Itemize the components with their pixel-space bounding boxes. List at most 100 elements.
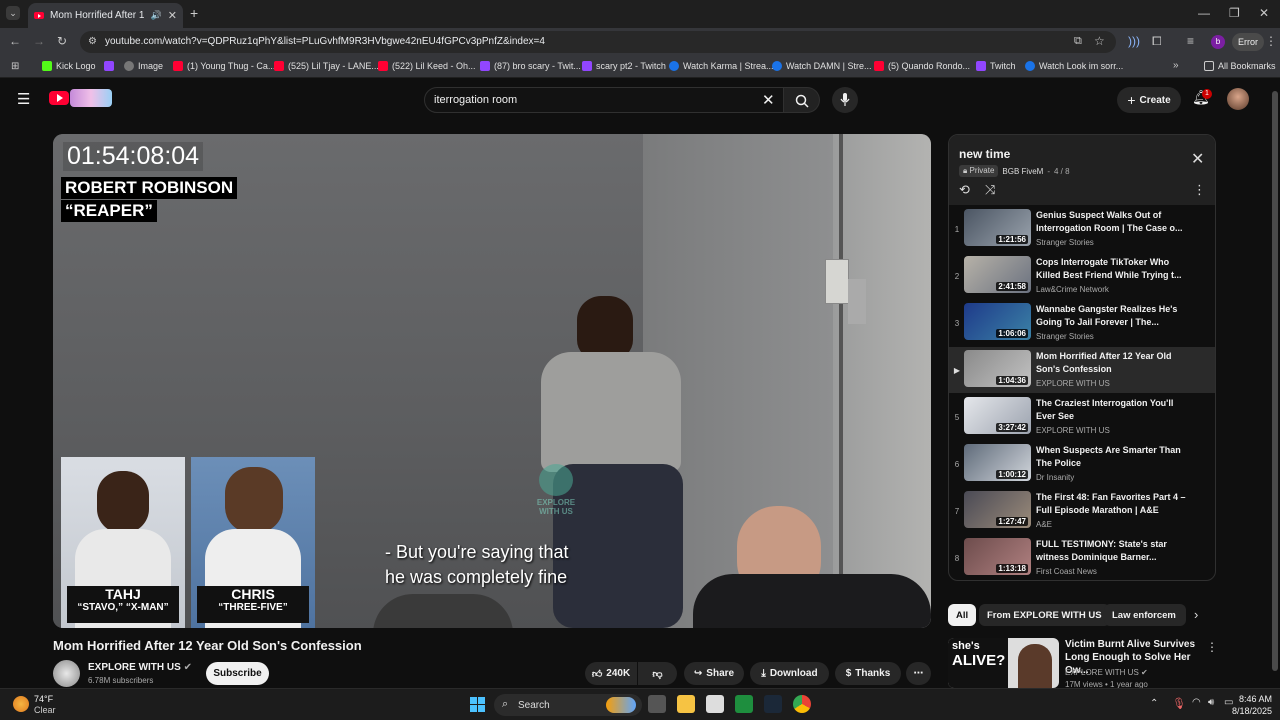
- like-button[interactable]: 👍︎ 240K: [585, 662, 637, 685]
- site-info-icon[interactable]: ⚙: [88, 36, 97, 47]
- create-button[interactable]: + Create: [1117, 87, 1181, 113]
- bookmark-4[interactable]: (522) Lil Keed - Oh...: [378, 61, 476, 71]
- all-bookmarks-folder[interactable]: All Bookmarks: [1204, 61, 1276, 71]
- steam-icon[interactable]: [764, 695, 782, 713]
- weather-sun-icon[interactable]: [13, 696, 29, 712]
- search-box[interactable]: iterrogation room ✕: [424, 87, 784, 113]
- back-arrow-icon[interactable]: ←: [9, 34, 21, 48]
- bookmark-6[interactable]: scary pt2 - Twitch: [582, 61, 666, 71]
- recommended-menu-kebab-icon[interactable]: ⋮: [1206, 640, 1218, 654]
- clock-date[interactable]: 8/18/2025: [1222, 706, 1272, 716]
- thanks-button[interactable]: $ Thanks: [835, 662, 901, 685]
- apps-grid-icon[interactable]: ⊞: [11, 61, 19, 72]
- playlist-owner[interactable]: BGB FiveM: [1002, 167, 1043, 176]
- chips-next-chevron-icon[interactable]: ›: [1194, 607, 1198, 622]
- file-explorer-icon[interactable]: [677, 695, 695, 713]
- chip-all[interactable]: All: [948, 604, 977, 626]
- bookmark-star-icon[interactable]: ☆: [1094, 34, 1105, 48]
- reading-list-icon[interactable]: ≡: [1187, 34, 1194, 48]
- sheets-icon[interactable]: [735, 695, 753, 713]
- chip-law-enforcement[interactable]: Law enforcem: [1104, 604, 1186, 626]
- bookmark-0[interactable]: Kick Logo: [42, 61, 96, 71]
- search-input[interactable]: iterrogation room: [434, 94, 517, 106]
- share-button[interactable]: ↪ Share: [684, 662, 744, 685]
- address-bar[interactable]: ⚙ youtube.com/watch?v=QDPRuz1qPhY&list=P…: [80, 31, 1116, 53]
- install-app-icon[interactable]: ⧉: [1074, 35, 1082, 48]
- youtube-doodle-logo[interactable]: [70, 89, 112, 107]
- url-text[interactable]: youtube.com/watch?v=QDPRuz1qPhY&list=PLu…: [105, 36, 545, 47]
- playlist-item-current[interactable]: ▶ 1:04:36 Mom Horrified After 12 Year Ol…: [949, 347, 1215, 393]
- playlist-item[interactable]: 2 2:41:58 Cops Interrogate TikToker Who …: [949, 253, 1215, 299]
- channel-avatar[interactable]: [53, 660, 80, 687]
- tab-close-icon[interactable]: ✕: [168, 9, 177, 22]
- scrollbar-thumb[interactable]: [1272, 91, 1278, 671]
- loop-icon[interactable]: ⟲: [959, 182, 970, 198]
- chip-from-channel[interactable]: From EXPLORE WITH US: [979, 604, 1110, 626]
- tab-search-button[interactable]: ⌄: [6, 6, 20, 20]
- bookmark-9[interactable]: (5) Quando Rondo...: [874, 61, 970, 71]
- speaker-icon[interactable]: 🔊: [151, 10, 162, 21]
- channel-name[interactable]: EXPLORE WITH US ✔: [88, 662, 192, 673]
- close-window-button[interactable]: ✕: [1259, 6, 1269, 20]
- forward-arrow-icon[interactable]: →: [33, 34, 45, 48]
- weather-temp[interactable]: 74°F: [34, 694, 53, 704]
- bookmark-5[interactable]: (87) bro scary - Twit...: [480, 61, 581, 71]
- more-bookmarks-chevron-icon[interactable]: »: [1173, 60, 1179, 71]
- task-view-icon[interactable]: [648, 695, 666, 713]
- dislike-button[interactable]: 👎︎: [638, 662, 677, 685]
- minimize-button[interactable]: —: [1198, 6, 1210, 20]
- shuffle-icon[interactable]: ⤨: [985, 182, 995, 198]
- bookmark-11[interactable]: Watch Look im sorr...: [1025, 61, 1123, 71]
- clear-search-icon[interactable]: ✕: [762, 91, 775, 109]
- playlist-item[interactable]: 7 1:27:47 The First 48: Fan Favorites Pa…: [949, 488, 1215, 534]
- voice-extension-icon[interactable]: ))): [1128, 34, 1140, 48]
- video-player[interactable]: EXPLORE WITH US 01:54:08:04 ROBERT ROBIN…: [53, 134, 931, 628]
- mugshot-face: [225, 467, 283, 533]
- voice-search-button[interactable]: [832, 87, 858, 113]
- bookmark-7[interactable]: Watch Karma | Strea...: [669, 61, 774, 71]
- youtube-logo-icon[interactable]: [49, 91, 69, 105]
- playlist-item[interactable]: 6 1:00:12 When Suspects Are Smarter Than…: [949, 441, 1215, 487]
- bookmark-10[interactable]: Twitch: [976, 61, 1016, 71]
- playlist-item[interactable]: 1 1:21:56 Genius Suspect Walks Out of In…: [949, 206, 1215, 252]
- recommended-channel[interactable]: EXPLORE WITH US ✔: [1065, 668, 1148, 677]
- subscribe-button[interactable]: Subscribe: [206, 662, 269, 685]
- playlist-title[interactable]: new time: [959, 147, 1010, 161]
- user-avatar[interactable]: [1227, 88, 1249, 110]
- bookmark-3[interactable]: (525) Lil Tjay - LANE...: [274, 61, 379, 71]
- stream-site-icon: [772, 61, 782, 71]
- download-button[interactable]: ⤓ Download: [750, 662, 829, 685]
- bookmark-1[interactable]: [104, 61, 114, 71]
- notion-icon[interactable]: [706, 695, 724, 713]
- windows-start-icon[interactable]: [470, 697, 486, 713]
- restore-button[interactable]: ❐: [1229, 6, 1240, 20]
- taskbar-search-box[interactable]: ⌕ Search: [494, 694, 642, 716]
- playlist-item[interactable]: 8 1:13:18 FULL TESTIMONY: State's star w…: [949, 535, 1215, 580]
- browser-tab-active[interactable]: Mom Horrified After 12 Year Old 🔊 ✕: [28, 3, 183, 28]
- search-button[interactable]: [784, 87, 820, 113]
- recommended-thumbnail[interactable]: she's ALIVE?: [948, 638, 1059, 688]
- menu-kebab-icon[interactable]: ⋮: [1265, 34, 1277, 48]
- wifi-icon[interactable]: ◠: [1192, 697, 1201, 708]
- hamburger-menu-icon[interactable]: ☰: [17, 90, 30, 108]
- bookmark-2[interactable]: (1) Young Thug - Ca...: [173, 61, 275, 71]
- volume-icon[interactable]: 🔊︎: [1208, 697, 1214, 708]
- playlist-item[interactable]: 3 1:06:06 Wannabe Gangster Realizes He's…: [949, 300, 1215, 346]
- reload-icon[interactable]: ↻: [57, 34, 67, 48]
- globe-icon: [124, 61, 134, 71]
- profile-avatar[interactable]: b: [1211, 35, 1225, 49]
- more-actions-button[interactable]: ⋯: [906, 662, 931, 685]
- tray-chevron-icon[interactable]: ⌃: [1150, 698, 1158, 709]
- extensions-icon[interactable]: ⧠: [1152, 34, 1162, 48]
- clock-time[interactable]: 8:46 AM: [1228, 694, 1272, 704]
- tray-mic-icon[interactable]: 🎙︎: [1172, 697, 1186, 710]
- playlist-item[interactable]: 5 3:27:42 The Craziest Interrogation You…: [949, 394, 1215, 440]
- page-scrollbar[interactable]: [1270, 79, 1280, 688]
- error-badge[interactable]: Error: [1232, 33, 1264, 51]
- close-playlist-icon[interactable]: ✕: [1191, 149, 1204, 169]
- new-tab-button[interactable]: +: [190, 5, 198, 21]
- chrome-icon[interactable]: [793, 695, 811, 713]
- bookmark-8[interactable]: Watch DAMN | Stre...: [772, 61, 872, 71]
- bookmark-image[interactable]: Image: [124, 61, 163, 71]
- playlist-menu-kebab-icon[interactable]: ⋮: [1193, 182, 1206, 198]
